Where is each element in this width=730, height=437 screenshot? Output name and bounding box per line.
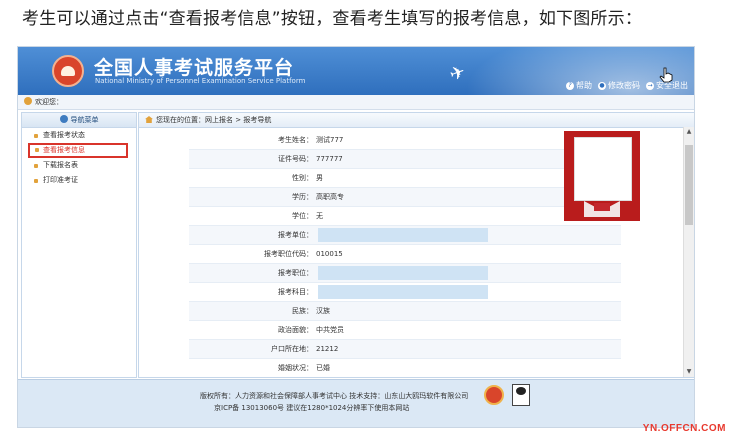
sidebar-item-download-form[interactable]: 下载报名表 (22, 158, 136, 173)
table-row: 学位：无 (189, 207, 621, 226)
field-label: 婚姻状况： (278, 364, 313, 372)
field-value: 010015 (316, 250, 343, 258)
field-label: 报考单位： (278, 231, 313, 239)
table-row: 婚姻状况： 已婚 (189, 359, 621, 377)
browser-frame: 全国人事考试服务平台 National Ministry of Personne… (17, 46, 695, 428)
welcome-text: 欢迎您： (35, 98, 63, 106)
field-label: 政治面貌： (278, 326, 313, 334)
key-icon: ● (598, 81, 606, 90)
exit-icon: → (646, 81, 654, 90)
field-label: 考生姓名： (278, 136, 313, 144)
field-label: 证件号码： (278, 155, 313, 163)
photo-bow (594, 203, 610, 211)
field-label: 报考职位代码： (264, 250, 313, 258)
field-label: 户口所在地： (271, 345, 313, 353)
instruction-caption: 考生可以通过点击“查看报考信息”按钮，查看考生填写的报考信息，如下图所示： (22, 9, 643, 29)
field-value: 汉族 (316, 307, 330, 315)
scroll-thumb[interactable] (685, 145, 693, 225)
help-icon: ? (566, 81, 574, 90)
site-logo-icon (52, 55, 84, 87)
main-panel: 您现在的位置：网上报名 > 报考导航 考生姓名： 测试777 证件号码： 77777… (138, 112, 694, 378)
redacted-value-box (318, 228, 488, 242)
sidebar-item-print-ticket[interactable]: 打印准考证 (22, 173, 136, 188)
field-label: 学历： (292, 193, 313, 201)
site-title: 全国人事考试服务平台 (94, 58, 295, 79)
table-row: 民族： 汉族 (189, 302, 621, 321)
breadcrumb-text: 您现在的位置：网上报名 > 报考导航 (156, 116, 272, 124)
footer-copyright: 版权所有：人力资源和社会保障部人事考试中心 技术支持：山东山大鸥玛软件有限公司 (200, 392, 469, 400)
help-link[interactable]: ? 帮助 (566, 80, 592, 91)
breadcrumb: 您现在的位置：网上报名 > 报考导航 (139, 113, 694, 128)
table-row: 证件号码： 777777 (189, 150, 621, 169)
redacted-value-box (318, 266, 488, 280)
table-row: 报考单位： (189, 226, 621, 245)
redacted-value-box (318, 285, 488, 299)
field-value: 21212 (316, 345, 339, 353)
field-label: 民族： (292, 307, 313, 315)
table-row: 报考职位代码： 010015 (189, 245, 621, 264)
table-row: 报考科目： (189, 283, 621, 302)
candidate-photo (564, 131, 640, 221)
table-row: 考生姓名： 测试777 (189, 131, 621, 150)
site-subtitle: National Ministry of Personnel Examinati… (95, 77, 306, 85)
table-row: 性别：男 (189, 169, 621, 188)
field-label: 报考科目： (278, 288, 313, 296)
sidebar-item-view-info[interactable]: 查看报考信息 (28, 143, 128, 158)
welcome-bar: 欢迎您： (18, 95, 694, 110)
photo-redacted (574, 137, 632, 201)
field-value: 已婚 (316, 364, 330, 372)
cyber-police-icon (512, 384, 530, 406)
sidebar: 导航菜单 查看报考状态 查看报考信息 下载报名表 打印准考证 (21, 112, 137, 378)
police-badge-icon (484, 385, 504, 405)
field-label: 学位： (292, 212, 313, 220)
field-label: 报考职位： (278, 269, 313, 277)
site-banner: 全国人事考试服务平台 National Ministry of Personne… (18, 47, 694, 95)
watermark: YN.OFFCN.COM (642, 423, 726, 434)
scroll-down-icon[interactable]: ▼ (685, 368, 693, 376)
table-row: 户口所在地： 21212 (189, 340, 621, 359)
menu-icon (59, 115, 68, 123)
change-password-link[interactable]: ● 修改密码 (598, 80, 640, 91)
user-icon (24, 97, 32, 105)
sidebar-header: 导航菜单 (22, 113, 136, 128)
sidebar-title: 导航菜单 (70, 116, 99, 124)
home-icon (145, 116, 153, 123)
table-row: 报考职位： (189, 264, 621, 283)
field-value: 中共党员 (316, 326, 344, 334)
info-table: 考生姓名： 测试777 证件号码： 777777 性别：男 学历： 高职高专 学位：无… (189, 131, 621, 377)
hand-cursor-icon (659, 67, 673, 83)
table-row: 政治面貌： 中共党员 (189, 321, 621, 340)
table-row: 学历： 高职高专 (189, 188, 621, 207)
footer-icp: 京ICP备 13013060号 建议在1280*1024分辨率下使用本网站 (214, 404, 410, 412)
field-label: 性别： (292, 174, 313, 182)
site-footer: 版权所有：人力资源和社会保障部人事考试中心 技术支持：山东山大鸥玛软件有限公司 … (18, 379, 694, 427)
vertical-scrollbar[interactable]: ▲ ▼ (683, 127, 694, 377)
sidebar-item-view-status[interactable]: 查看报考状态 (22, 128, 136, 143)
scroll-up-icon[interactable]: ▲ (685, 128, 693, 136)
